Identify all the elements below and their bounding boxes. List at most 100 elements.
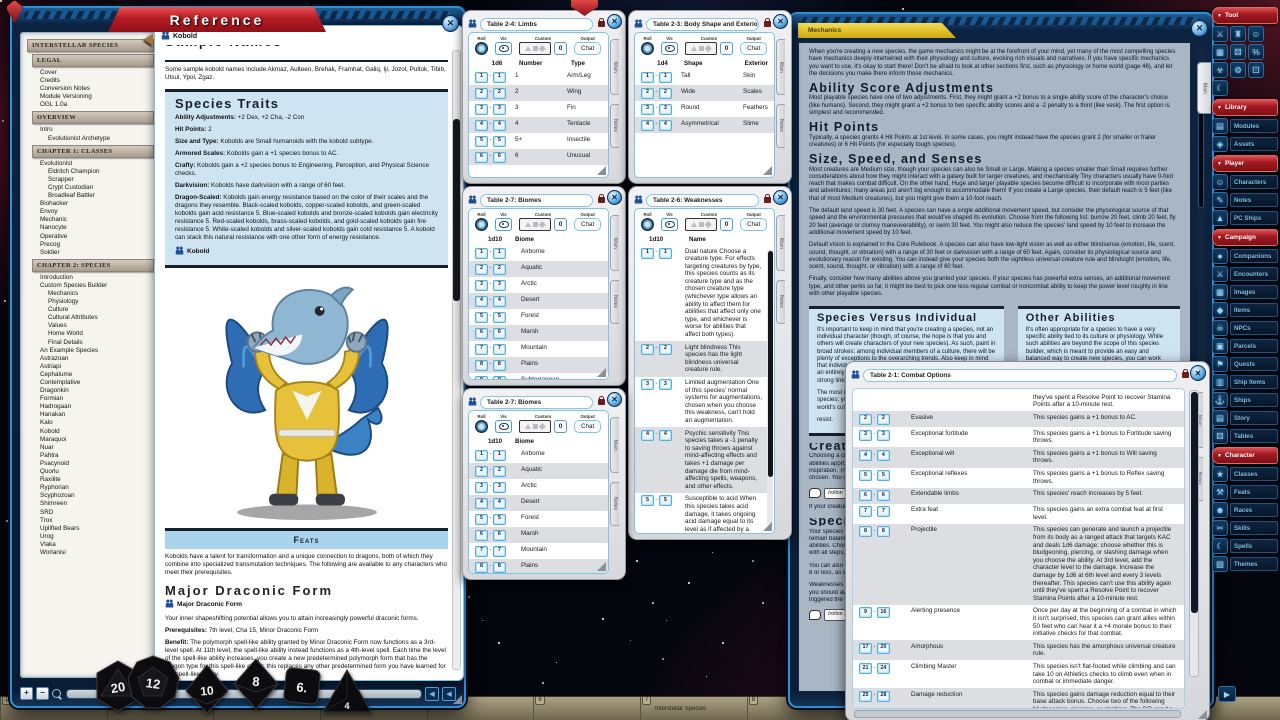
roll-range-end[interactable]: 3 [493,280,506,291]
crossed-swords-icon[interactable]: ⚔ [1212,26,1228,42]
lock-icon[interactable] [598,197,605,203]
resize-grip[interactable] [763,522,772,531]
toc-item[interactable]: Mechanics [23,290,157,298]
roll-range-end[interactable]: 4 [493,120,506,131]
toc-item[interactable]: OGL 1.0a [23,101,157,109]
sidebar-item-characters[interactable]: ☺Characters [1212,174,1278,190]
roll-button[interactable] [475,218,488,231]
roll-range-start[interactable]: 5 [641,495,654,506]
toc-item[interactable]: Soldier [23,249,157,257]
output-select[interactable]: Chat [740,42,767,55]
roll-range-start[interactable]: 2 [475,466,488,477]
d12-die[interactable]: 12 [126,655,181,710]
scrollbar-thumb[interactable] [453,119,460,301]
roll-range-start[interactable]: 3 [859,430,872,441]
roll-range-end[interactable]: 1 [659,72,672,83]
window-title-field[interactable]: Table 2-6: Weaknesses [646,194,759,207]
close-icon[interactable]: ✕ [1190,365,1206,381]
reference-window-tab[interactable]: Reference [108,7,326,32]
roll-range-end[interactable]: 6 [493,152,506,163]
roll-range-end[interactable]: 2 [493,88,506,99]
mechanics-window-tab[interactable]: Mechanics [798,23,956,38]
toc-item[interactable]: Psacynoid [23,460,157,468]
roll-range-end[interactable]: 2 [659,344,672,355]
sidebar-item-ship-items[interactable]: ▥Ship Items [1212,374,1278,390]
toc-item[interactable]: Intro [23,126,157,134]
roll-range-end[interactable]: 3 [877,430,890,441]
roll-range-start[interactable]: 9 [475,376,488,381]
close-icon[interactable]: ✕ [773,190,788,205]
roll-range-start[interactable]: 6 [475,530,488,541]
toc-item[interactable]: Envoy [23,208,157,216]
toc-item[interactable]: Trox [23,517,157,525]
toc-item[interactable]: Eldritch Champion [23,168,157,176]
vertical-scrollbar[interactable] [1189,390,1199,677]
sidebar-item-modules[interactable]: ▤Modules [1212,118,1278,134]
tab-notes[interactable]: Notes [610,482,619,526]
tokens-icon[interactable]: ♜ [1230,26,1246,42]
roll-range-end[interactable]: 3 [659,379,672,390]
resize-grip[interactable] [763,166,772,175]
close-icon[interactable]: ✕ [607,392,622,407]
toc-item[interactable]: Maraquoi [23,436,157,444]
toc-item[interactable]: Formian [23,395,157,403]
sidebar-item-assets[interactable]: ◈Assets [1212,136,1278,152]
roll-range-start[interactable]: 4 [475,498,488,509]
roll-range-start[interactable]: 1 [641,248,654,259]
roll-range-end[interactable]: 4 [659,430,672,441]
custom-dice-box[interactable] [519,42,551,55]
visibility-toggle[interactable] [661,42,678,55]
roll-range-end[interactable]: 7 [493,546,506,557]
toc-item[interactable]: Operative [23,233,157,241]
roll-range-start[interactable]: 3 [475,482,488,493]
lock-icon[interactable] [764,197,771,203]
sidebar-section-tool[interactable]: ▼Tool [1212,7,1278,24]
sidebar-item-story[interactable]: ▤Story [1212,410,1278,426]
resize-grip[interactable] [1198,710,1207,719]
roll-range-start[interactable]: 7 [475,344,488,355]
sidebar-section-campaign[interactable]: ▼Campaign [1212,229,1278,246]
sidebar-item-images[interactable]: ▦Images [1212,284,1278,300]
lock-icon[interactable] [598,399,605,405]
sidebar-section-character[interactable]: ▼Character [1212,447,1278,464]
close-icon[interactable]: ✕ [607,190,622,205]
roll-range-end[interactable]: 28 [877,691,890,702]
roll-range-start[interactable]: 6 [475,152,488,163]
window-title-field[interactable]: Table 2-3: Body Shape and Exterior [646,18,759,31]
sidebar-item-ships[interactable]: ⚓Ships [1212,392,1278,408]
tab-main[interactable]: Main [776,215,785,271]
tab-main[interactable]: Main [610,39,619,95]
roll-range-end[interactable]: 5 [493,312,506,323]
roll-range-end[interactable]: 4 [877,450,890,461]
toc-item[interactable]: Hanakan [23,411,157,419]
roll-range-end[interactable]: 2 [877,414,890,425]
roll-button[interactable] [475,420,488,433]
roll-range-start[interactable]: 2 [641,88,654,99]
toc-item[interactable]: Contemplative [23,379,157,387]
roll-range-end[interactable]: 5 [659,495,672,506]
sidebar-item-tables[interactable]: ⚄Tables [1212,428,1278,444]
roll-range-start[interactable]: 4 [475,296,488,307]
toc-item[interactable]: Urog [23,533,157,541]
roll-range-end[interactable]: 6 [493,530,506,541]
roll-range-start[interactable]: 1 [641,72,654,83]
roll-range-start[interactable]: 1 [475,248,488,259]
toc-item[interactable]: Vlaka [23,541,157,549]
toc-item[interactable]: An Example Species [23,347,157,355]
lock-icon[interactable] [1182,372,1189,378]
zoom-in-button[interactable]: + [20,687,33,700]
roll-range-end[interactable]: 8 [493,562,506,573]
page-back-button[interactable]: ◀ [425,687,439,701]
roll-range-end[interactable]: 3 [493,482,506,493]
roll-range-end[interactable]: 4 [659,120,672,131]
roll-range-end[interactable]: 1 [493,72,506,83]
toc-item[interactable]: Broadleaf Battler [23,192,157,200]
toc-item[interactable]: Quorlu [23,468,157,476]
scrollbar-thumb[interactable] [768,251,773,477]
roll-button[interactable] [641,42,654,55]
toc-item[interactable]: Precog [23,241,157,249]
roll-range-start[interactable]: 3 [641,104,654,115]
calendar-icon[interactable]: ▦ [1212,44,1228,60]
roll-button[interactable] [641,218,654,231]
roll-range-start[interactable]: 21 [859,663,872,674]
